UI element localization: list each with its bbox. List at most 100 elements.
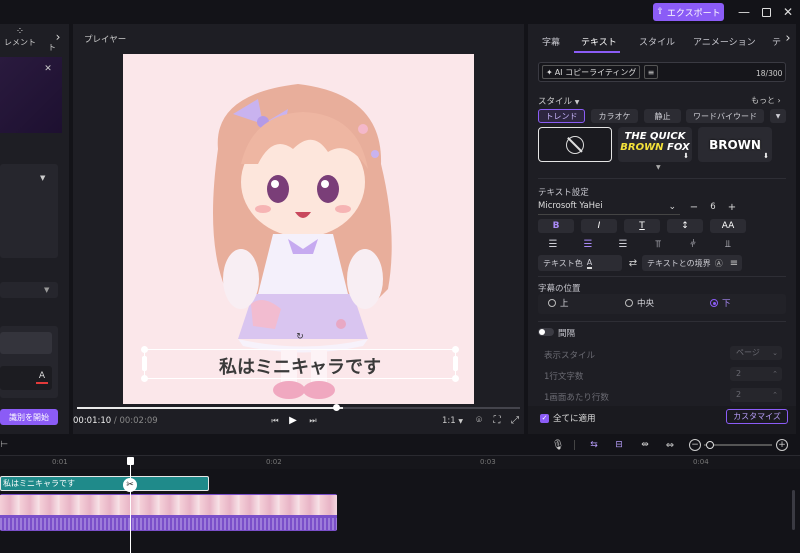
font-size-plus[interactable]: + xyxy=(726,200,738,214)
element-tab[interactable]: ⁘ レメント xyxy=(0,26,40,54)
tab-subtitles[interactable]: 字幕 xyxy=(542,35,560,48)
customize-button[interactable]: カスタマイズ xyxy=(726,409,788,424)
playhead-handle[interactable] xyxy=(127,457,134,465)
snap-icon[interactable]: ⇹ xyxy=(638,439,652,451)
text-border-button[interactable]: テキストとの境界 Ⓐ xyxy=(642,255,742,271)
valign-middle-button[interactable]: ⫩ xyxy=(678,237,708,251)
caption-clip[interactable]: 私はミニキャラです xyxy=(0,476,209,491)
align-center-button[interactable]: ☰ xyxy=(573,237,603,251)
expand-presets-icon[interactable]: ▼ xyxy=(656,164,661,171)
close-button[interactable]: ✕ xyxy=(780,4,796,20)
start-recognition-button[interactable]: 識別を開始 xyxy=(0,409,58,425)
underline-button[interactable]: T xyxy=(624,219,660,233)
divider xyxy=(538,276,786,277)
style-label[interactable]: スタイル ▼ xyxy=(538,95,579,107)
microphone-icon[interactable]: 🎙 xyxy=(552,439,565,451)
zoom-in-icon[interactable]: + xyxy=(776,439,788,451)
video-canvas[interactable]: ↻ 私はミニキャラです xyxy=(123,54,474,404)
chars-per-line-input[interactable]: 2 ⌃ xyxy=(730,367,782,381)
filter-dropdown[interactable]: ▼ xyxy=(770,109,786,123)
line-height-button[interactable]: ↕ xyxy=(667,219,703,233)
zoom-slider-knob[interactable] xyxy=(706,441,714,449)
tab-animation[interactable]: アニメーション xyxy=(693,35,756,48)
resize-handle[interactable] xyxy=(141,346,148,353)
more-link[interactable]: もっと › xyxy=(751,95,781,106)
align-left-button[interactable]: ☰ xyxy=(538,237,568,251)
spacing-toggle[interactable] xyxy=(538,328,554,336)
close-icon[interactable]: ✕ xyxy=(43,64,53,74)
player-progress-knob[interactable] xyxy=(333,404,340,411)
bold-button[interactable]: B xyxy=(538,219,574,233)
preset-quick-brown-fox[interactable]: THE QUICK BROWN FOX ⬇ xyxy=(618,127,692,162)
toolbar-divider xyxy=(574,440,575,450)
swap-icon[interactable]: ⇄ xyxy=(626,256,640,270)
option-field[interactable] xyxy=(0,332,52,354)
char-count: 18/300 xyxy=(756,69,783,78)
no-style-icon xyxy=(566,135,584,154)
filter-static[interactable]: 静止 xyxy=(644,109,681,123)
split-track-icon[interactable]: ⊟ xyxy=(612,439,626,451)
lines-per-screen-input[interactable]: 2 ⌃ xyxy=(730,388,782,402)
valign-top-button[interactable]: ⫪ xyxy=(643,237,673,251)
caption-text: 私はミニキャラです xyxy=(219,357,381,378)
scissors-icon[interactable]: ✂ xyxy=(123,478,137,492)
font-color-icon[interactable]: A xyxy=(36,370,48,384)
fullscreen-icon[interactable]: ⤢ xyxy=(509,414,521,426)
position-center-radio[interactable]: 中央 xyxy=(625,297,654,309)
tab-text[interactable]: テキスト xyxy=(581,35,617,48)
chevron-right-icon[interactable]: › xyxy=(782,30,794,46)
font-select[interactable]: Microsoft YaHei ⌄ xyxy=(538,201,680,215)
case-button[interactable]: AA xyxy=(710,219,746,233)
timeline-scrollbar[interactable] xyxy=(792,490,795,530)
preset-none[interactable] xyxy=(538,127,612,162)
dropdown-arrow-icon[interactable]: ▼ xyxy=(40,174,45,182)
font-size-value[interactable]: 6 xyxy=(706,200,720,214)
tab-style[interactable]: スタイル xyxy=(639,35,675,48)
font-size-minus[interactable]: − xyxy=(688,200,700,214)
link-clips-icon[interactable]: ⇆ xyxy=(587,439,601,451)
video-clip[interactable] xyxy=(0,494,337,531)
stepper-icon: ⌃ xyxy=(772,370,778,378)
zoom-out-icon[interactable]: − xyxy=(689,439,701,451)
timeline-menu-icon[interactable]: ⊢ xyxy=(0,438,8,452)
player-progress-track[interactable] xyxy=(77,404,520,411)
crop-icon[interactable]: ⛶ xyxy=(491,414,503,426)
align-right-button[interactable]: ☰ xyxy=(608,237,638,251)
ai-copywriting-button[interactable]: ✦ AI コピーライティング xyxy=(542,65,641,79)
tab-partial[interactable]: テ xyxy=(772,35,781,48)
rotate-icon[interactable]: ↻ xyxy=(295,332,305,342)
filter-karaoke[interactable]: カラオケ xyxy=(591,109,638,123)
valign-bottom-button[interactable]: ⫫ xyxy=(713,237,743,251)
position-top-radio[interactable]: 上 xyxy=(548,297,569,309)
export-button[interactable]: ⇪ エクスポート xyxy=(653,3,724,21)
filter-word-by-word[interactable]: ワードバイウード xyxy=(686,109,764,123)
resize-handle[interactable] xyxy=(452,346,459,353)
display-style-select[interactable]: ページ ⌄ xyxy=(730,346,782,360)
camera-icon[interactable]: ⌾ xyxy=(473,414,485,426)
apply-all-checkbox[interactable]: ✓ 全てに適用 xyxy=(540,412,596,424)
position-bottom-radio[interactable]: 下 xyxy=(710,297,731,309)
italic-button[interactable]: I xyxy=(581,219,617,233)
zoom-slider[interactable] xyxy=(704,441,772,449)
tab-text-underline xyxy=(574,51,620,53)
caption-selection-box[interactable]: ↻ 私はミニキャラです xyxy=(141,332,459,382)
display-style-label: 表示スタイル xyxy=(544,351,596,361)
preset-brown[interactable]: BROWN ⬇ xyxy=(698,127,772,162)
timeline-ruler[interactable] xyxy=(0,455,800,469)
filter-trend[interactable]: トレンド xyxy=(538,109,585,123)
prev-frame-button[interactable]: ⏮ xyxy=(270,415,280,427)
ratio-selector[interactable]: 1:1 ▼ xyxy=(442,416,463,426)
play-button[interactable]: ▶ xyxy=(287,414,299,427)
divider xyxy=(538,321,786,322)
maximize-button[interactable] xyxy=(758,4,774,20)
chevron-right-icon[interactable]: › xyxy=(52,30,64,44)
list-icon[interactable]: ≡ xyxy=(644,65,658,79)
fit-icon[interactable]: ⇔ xyxy=(663,439,677,451)
valign-bottom-icon: ⫫ xyxy=(725,238,731,250)
text-color-button[interactable]: テキスト色 A xyxy=(538,255,622,271)
valign-top-icon: ⫪ xyxy=(655,238,661,250)
menu-icon[interactable]: ≡ xyxy=(728,256,740,270)
minimize-button[interactable]: — xyxy=(736,4,752,20)
playhead[interactable] xyxy=(127,457,134,553)
next-frame-button[interactable]: ⏭ xyxy=(308,415,318,427)
